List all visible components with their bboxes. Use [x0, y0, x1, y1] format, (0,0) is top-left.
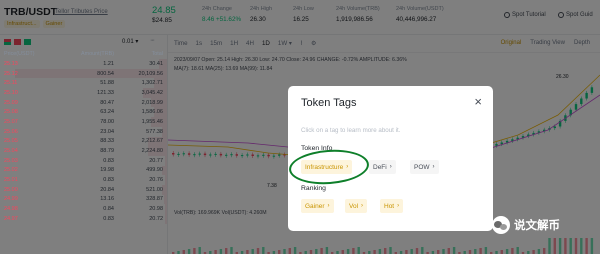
- ask-amount: 88.33: [100, 138, 114, 145]
- ask-price: 25.02: [4, 167, 18, 174]
- ask-total: 20.76: [149, 177, 163, 184]
- ask-price: 25.08: [4, 109, 18, 116]
- ask-amount: 78.00: [100, 118, 114, 125]
- ask-total: 20.72: [149, 215, 163, 222]
- ask-total: 1,586.06: [141, 109, 163, 116]
- wechat-logo-icon: [492, 216, 510, 234]
- ask-price: 25.06: [4, 128, 18, 135]
- ask-total: 521.00: [146, 186, 163, 193]
- chevron-right-icon: ›: [361, 203, 364, 209]
- ask-price: 24.97: [4, 215, 18, 222]
- watermark-text: 说文解币: [514, 218, 560, 232]
- ask-total: 30.41: [149, 60, 163, 67]
- ask-amount: 0.83: [103, 215, 114, 222]
- ask-amount: 23.04: [100, 128, 114, 135]
- ask-amount: 88.79: [100, 148, 114, 155]
- ask-total: 2,018.99: [141, 99, 163, 106]
- ask-total: 1,302.71: [141, 80, 163, 87]
- ask-price: 25.00: [4, 186, 18, 193]
- modal-hint: Click on a tag to learn more about it.: [301, 127, 401, 134]
- ask-amount: 20.84: [100, 186, 114, 193]
- ask-price: 25.05: [4, 138, 18, 145]
- ask-amount: 51.88: [100, 80, 114, 87]
- modal-title: Token Tags: [301, 97, 357, 109]
- ask-price: 25.04: [4, 148, 18, 155]
- order-book-rows: 25.13 1.21 30.41 25.12 800.54 20,109.56 25.11 5…: [0, 59, 167, 224]
- tag-chip-pow[interactable]: POW ›: [410, 160, 439, 174]
- ask-amount: 1.21: [103, 60, 114, 67]
- ask-price: 25.03: [4, 157, 18, 164]
- ask-amount: 0.83: [103, 157, 114, 164]
- ask-total: 20,109.56: [138, 70, 163, 77]
- ask-price: 25.07: [4, 118, 18, 125]
- chevron-right-icon: ›: [327, 203, 330, 209]
- ask-amount: 19.98: [100, 167, 114, 174]
- ask-price: 25.09: [4, 99, 18, 106]
- ask-price: 24.98: [4, 206, 18, 213]
- ask-amount: 0.84: [103, 206, 114, 213]
- tag-chip-hot[interactable]: Hot ›: [380, 199, 404, 213]
- section-ranking: Ranking: [301, 185, 326, 192]
- ask-total: 577.38: [146, 128, 163, 135]
- ask-total: 3,045.42: [141, 89, 163, 96]
- ask-price: 25.01: [4, 177, 18, 184]
- ask-total: 2,224.80: [141, 148, 163, 155]
- ask-total: 2,212.67: [141, 138, 163, 145]
- ask-amount: 121.33: [97, 89, 114, 96]
- tag-chip-defi[interactable]: DeFi ›: [369, 160, 396, 174]
- ask-price: 25.13: [4, 60, 18, 67]
- close-icon[interactable]: ×: [474, 95, 482, 108]
- ask-total: 1,955.46: [141, 118, 163, 125]
- ask-price: 25.12: [4, 70, 18, 77]
- ask-price: 24.99: [4, 196, 18, 203]
- chevron-right-icon: ›: [397, 203, 400, 209]
- chevron-right-icon: ›: [432, 164, 435, 170]
- ask-total: 20.77: [149, 157, 163, 164]
- ask-amount: 13.16: [100, 196, 114, 203]
- watermark: 说文解币: [492, 216, 560, 234]
- ask-price: 25.10: [4, 89, 18, 96]
- chevron-right-icon: ›: [389, 164, 392, 170]
- ask-amount: 63.24: [100, 109, 114, 116]
- ask-total: 20.98: [149, 206, 163, 213]
- tag-chip-vol[interactable]: Vol ›: [345, 199, 368, 213]
- ask-amount: 0.83: [103, 177, 114, 184]
- ask-total: 328.87: [146, 196, 163, 203]
- ask-amount: 80.47: [100, 99, 114, 106]
- tag-chip-gainer[interactable]: Gainer ›: [301, 199, 334, 213]
- ask-total: 499.90: [146, 167, 163, 174]
- ask-price: 25.11: [4, 80, 18, 87]
- ask-amount: 800.54: [97, 70, 114, 77]
